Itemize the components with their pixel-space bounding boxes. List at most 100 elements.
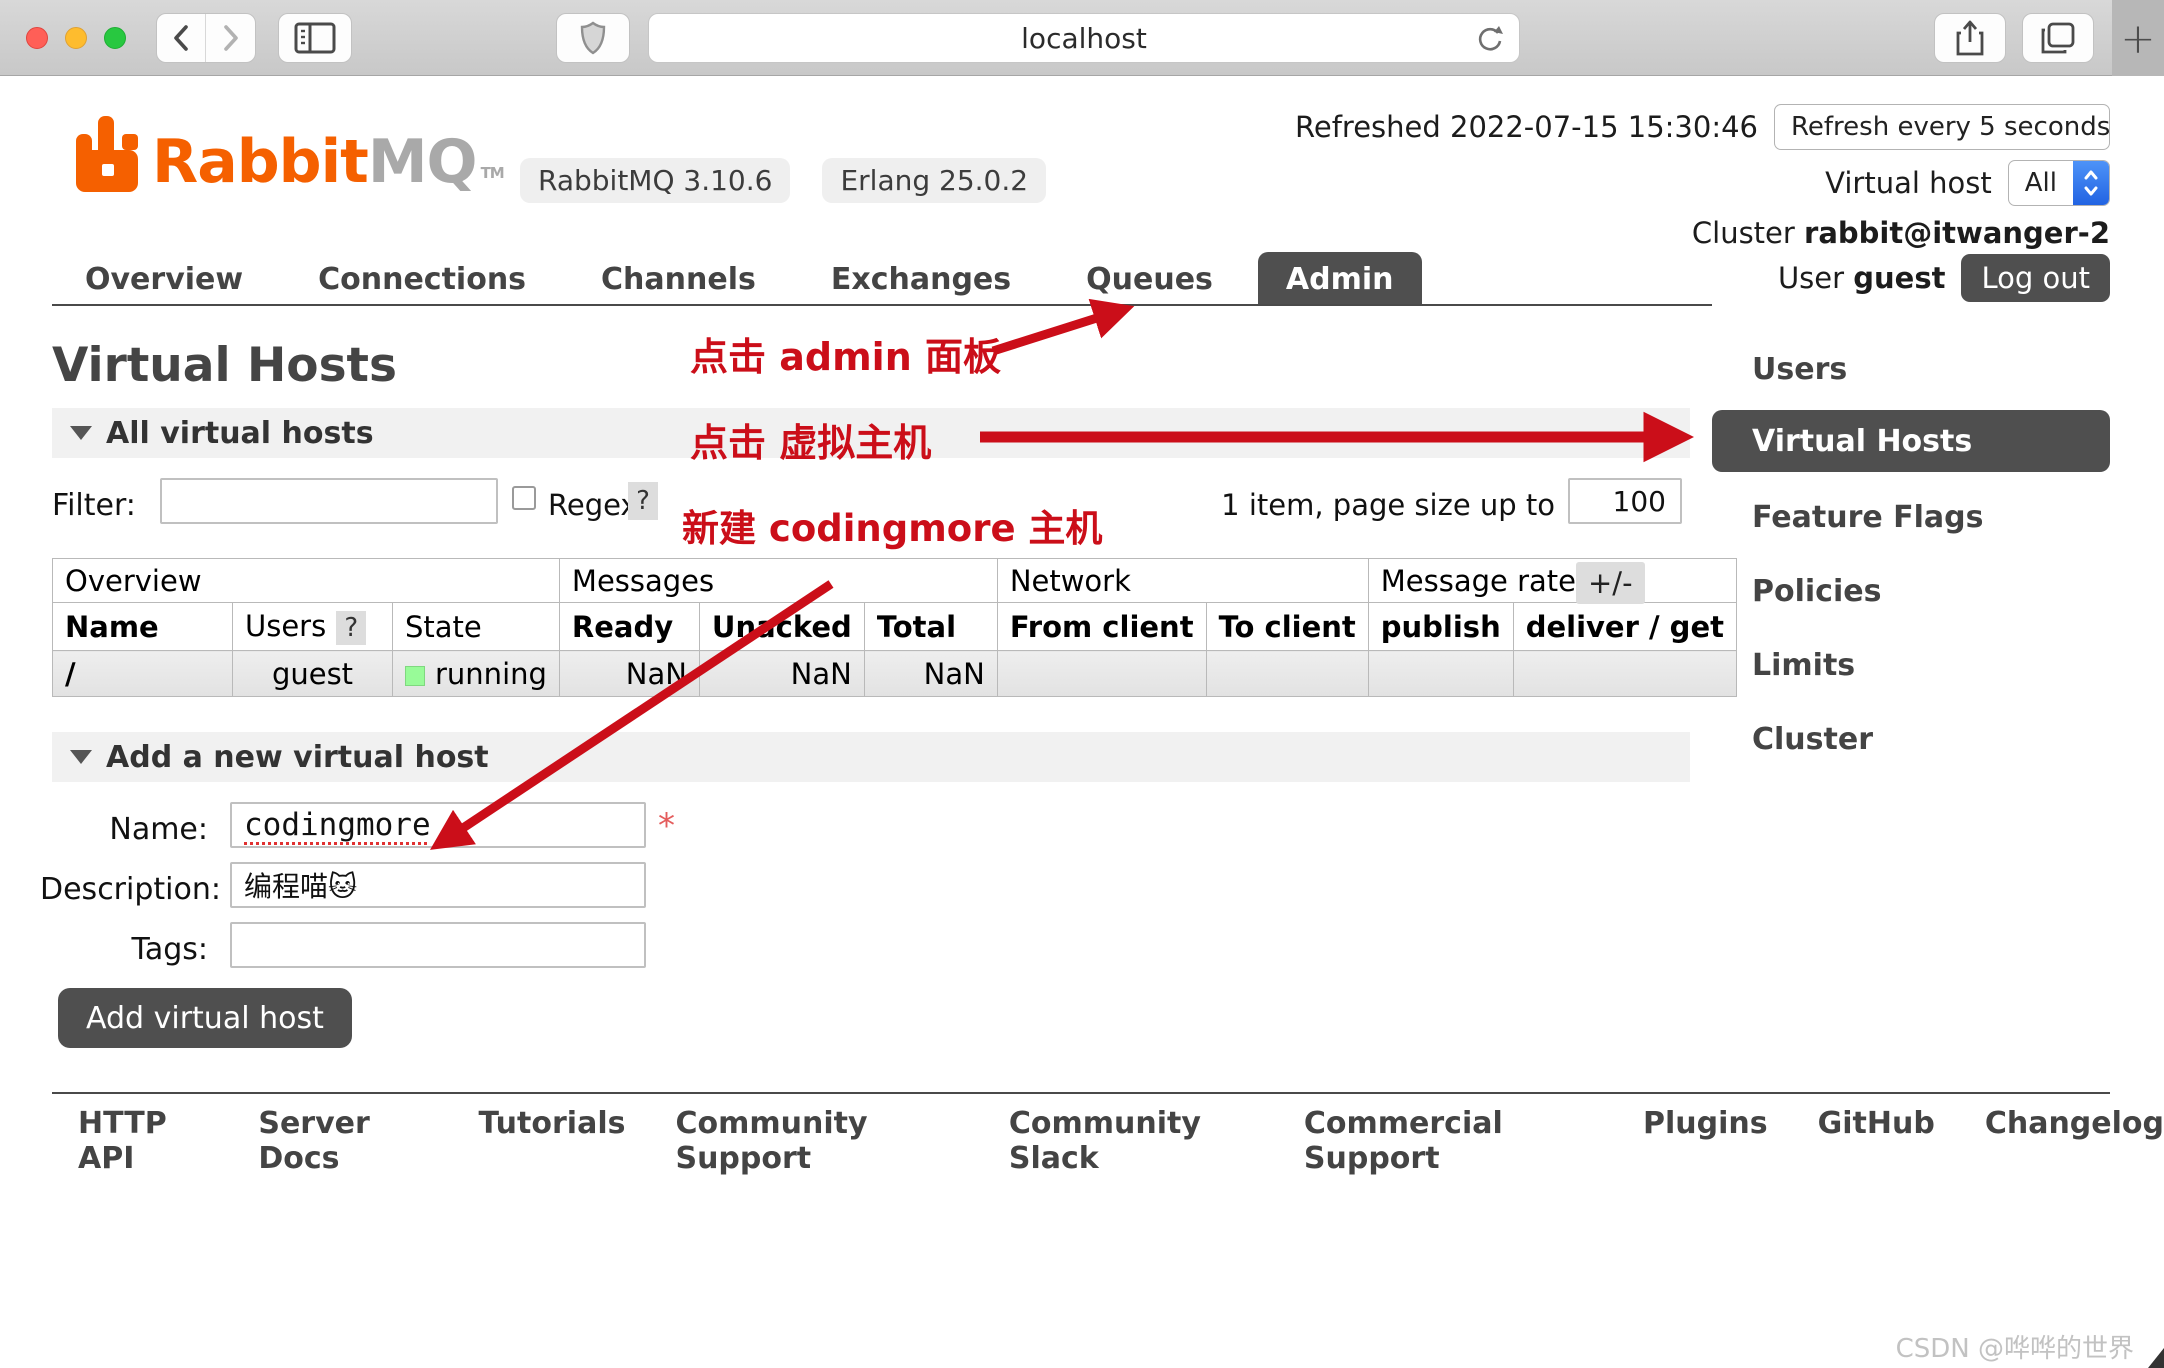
- close-window-button[interactable]: [26, 27, 48, 49]
- collapse-triangle-icon: [70, 426, 92, 440]
- col-publish[interactable]: publish: [1368, 603, 1513, 651]
- tab-overview-button[interactable]: [2022, 13, 2094, 63]
- tab-exchanges[interactable]: Exchanges: [831, 262, 1011, 297]
- cluster-name: rabbit@itwanger-2: [1804, 216, 2110, 250]
- cell-unacked: NaN: [699, 651, 864, 697]
- link-server-docs[interactable]: Server Docs: [258, 1106, 428, 1176]
- col-ready[interactable]: Ready: [559, 603, 699, 651]
- filter-label: Filter:: [52, 488, 136, 523]
- running-status-icon: [405, 666, 425, 686]
- annotation-click-admin: 点击 admin 面板: [690, 326, 1001, 381]
- sidebar-item-virtual-hosts[interactable]: Virtual Hosts: [1712, 410, 2110, 472]
- tab-connections[interactable]: Connections: [318, 262, 526, 297]
- toggle-columns-button[interactable]: +/-: [1576, 562, 1645, 604]
- url-text: localhost: [1021, 22, 1147, 55]
- group-message-rates: Message rates: [1368, 559, 1736, 603]
- virtual-hosts-table: Overview Messages Network Message rates …: [52, 558, 1737, 697]
- cluster-label: Cluster: [1692, 216, 1795, 250]
- tab-queues[interactable]: Queues: [1086, 262, 1213, 297]
- cell-users: guest: [233, 651, 393, 697]
- rabbitmq-logo-icon: [76, 116, 138, 192]
- tabs-icon: [2041, 22, 2075, 54]
- user-label: User: [1778, 261, 1844, 295]
- vhost-row: Virtual host All: [1825, 160, 2110, 206]
- table-group-header-row: Overview Messages Network Message rates: [53, 559, 1737, 603]
- user-name: guest: [1853, 261, 1945, 295]
- new-tab-button[interactable]: +: [2112, 0, 2164, 76]
- col-name[interactable]: Name: [53, 603, 233, 651]
- reload-button[interactable]: [1475, 23, 1505, 59]
- link-changelog[interactable]: Changelog: [1985, 1106, 2164, 1176]
- reload-icon: [1475, 23, 1505, 55]
- col-from-client[interactable]: From client: [997, 603, 1206, 651]
- back-button[interactable]: [157, 14, 206, 62]
- user-row: User guest Log out: [1778, 254, 2110, 302]
- address-bar[interactable]: localhost: [648, 13, 1520, 63]
- link-community-support[interactable]: Community Support: [675, 1106, 958, 1176]
- cursor-artifact: [2148, 1348, 2164, 1368]
- group-network: Network: [997, 559, 1368, 603]
- users-help-icon[interactable]: ?: [336, 611, 366, 645]
- link-plugins[interactable]: Plugins: [1643, 1106, 1768, 1176]
- cell-vhost-name[interactable]: /: [53, 651, 233, 697]
- link-community-slack[interactable]: Community Slack: [1009, 1106, 1254, 1176]
- forward-button[interactable]: [206, 14, 255, 62]
- vhost-label: Virtual host: [1825, 166, 1992, 200]
- tab-admin[interactable]: Admin: [1258, 252, 1422, 306]
- sidebar-icon: [294, 22, 336, 54]
- nav-divider: [52, 304, 1712, 306]
- col-to-client[interactable]: To client: [1206, 603, 1368, 651]
- version-badges: RabbitMQ 3.10.6 Erlang 25.0.2: [520, 158, 1046, 203]
- name-input[interactable]: codingmore: [230, 802, 646, 848]
- sidebar-item-cluster[interactable]: Cluster: [1752, 722, 1873, 757]
- tab-overview[interactable]: Overview: [85, 262, 243, 297]
- refresh-interval-select[interactable]: Refresh every 5 seconds: [1774, 104, 2110, 150]
- filter-help-icon[interactable]: ?: [628, 482, 658, 520]
- refreshed-timestamp: Refreshed 2022-07-15 15:30:46: [1295, 110, 1758, 144]
- col-deliver-get[interactable]: deliver / get: [1513, 603, 1736, 651]
- privacy-report-button[interactable]: [556, 13, 630, 63]
- chevron-right-icon: [223, 24, 239, 52]
- group-overview: Overview: [53, 559, 560, 603]
- tags-label: Tags:: [40, 932, 208, 967]
- annotation-create-host: 新建 codingmore 主机: [682, 498, 1102, 552]
- col-unacked[interactable]: Unacked: [699, 603, 864, 651]
- share-button[interactable]: [1934, 13, 2006, 63]
- vhost-select[interactable]: All: [2008, 160, 2110, 206]
- sidebar-toggle-button[interactable]: [278, 13, 352, 63]
- page-title: Virtual Hosts: [52, 338, 397, 393]
- link-http-api[interactable]: HTTP API: [78, 1106, 208, 1176]
- table-column-header-row: Name Users? State Ready Unacked Total Fr…: [53, 603, 1737, 651]
- cell-deliver-get: [1513, 651, 1736, 697]
- filter-input[interactable]: [160, 478, 498, 524]
- link-github[interactable]: GitHub: [1818, 1106, 1935, 1176]
- sidebar-item-feature-flags[interactable]: Feature Flags: [1752, 500, 1984, 535]
- col-total[interactable]: Total: [864, 603, 997, 651]
- sidebar-item-users[interactable]: Users: [1752, 352, 1847, 387]
- tab-channels[interactable]: Channels: [601, 262, 756, 297]
- cluster-row: Cluster rabbit@itwanger-2: [1692, 216, 2110, 250]
- minimize-window-button[interactable]: [65, 27, 87, 49]
- table-row: / guest running NaN NaN NaN: [53, 651, 1737, 697]
- col-users[interactable]: Users?: [233, 603, 393, 651]
- cell-total: NaN: [864, 651, 997, 697]
- zoom-window-button[interactable]: [104, 27, 126, 49]
- col-state[interactable]: State: [393, 603, 560, 651]
- footer-links: HTTP API Server Docs Tutorials Community…: [78, 1106, 2164, 1176]
- logout-button[interactable]: Log out: [1961, 254, 2110, 302]
- link-commercial-support[interactable]: Commercial Support: [1304, 1106, 1593, 1176]
- watermark: CSDN @哗哗的世界: [1896, 1328, 2134, 1365]
- share-icon: [1956, 20, 1984, 56]
- sidebar-item-limits[interactable]: Limits: [1752, 648, 1855, 683]
- name-label: Name:: [40, 812, 208, 847]
- link-tutorials[interactable]: Tutorials: [479, 1106, 626, 1176]
- sidebar-item-policies[interactable]: Policies: [1752, 574, 1881, 609]
- regex-checkbox[interactable]: [512, 486, 536, 510]
- section-add-virtual-host[interactable]: Add a new virtual host: [52, 732, 1690, 782]
- history-nav-group: [156, 13, 256, 63]
- add-virtual-host-button[interactable]: Add virtual host: [58, 988, 352, 1048]
- tags-input[interactable]: [230, 922, 646, 968]
- rabbitmq-logo[interactable]: RabbitMQTM: [76, 116, 504, 192]
- page-size-input[interactable]: [1568, 478, 1682, 524]
- description-input[interactable]: [230, 862, 646, 908]
